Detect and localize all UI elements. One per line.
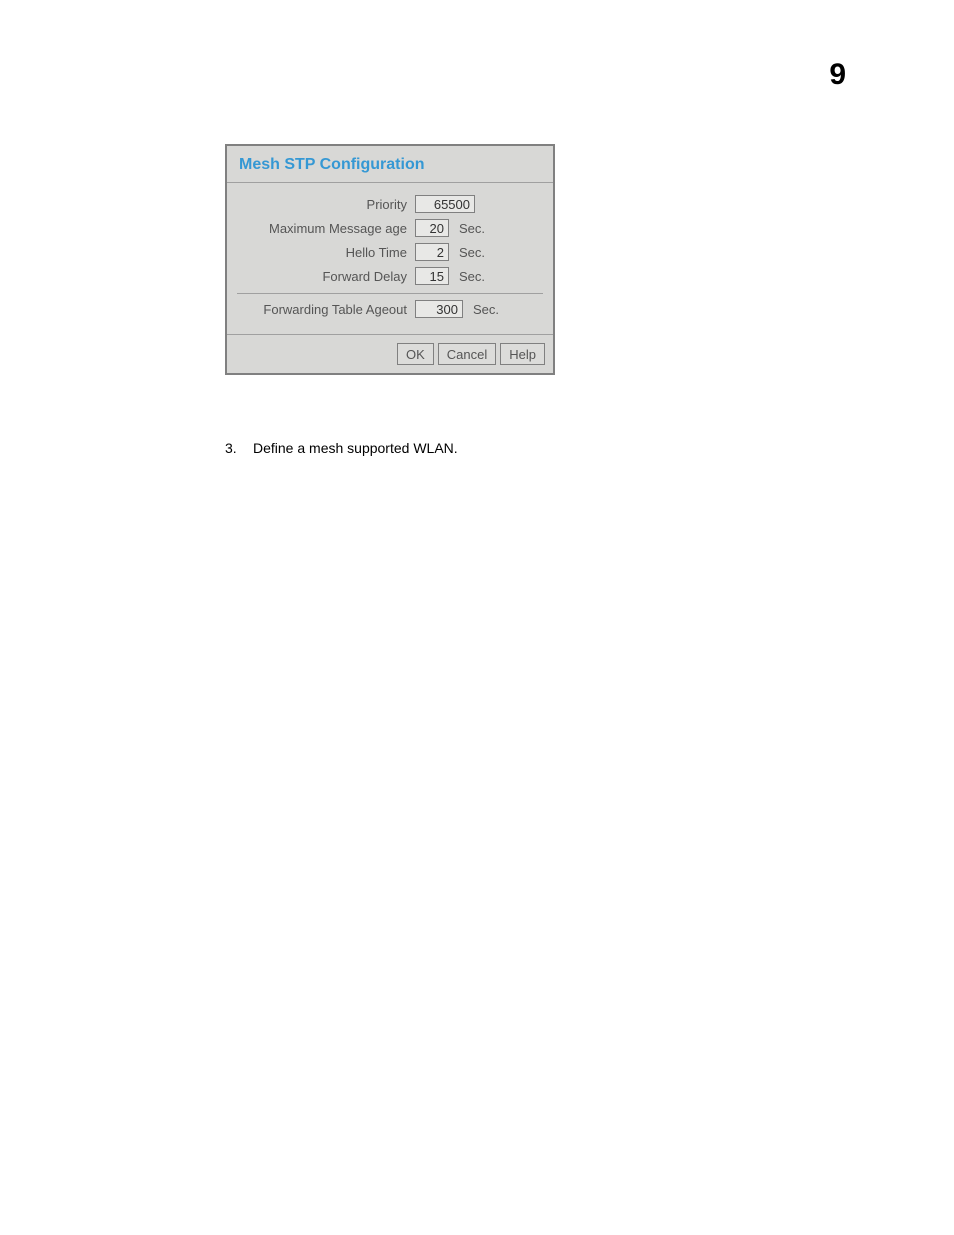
row-max-msg-age: Maximum Message age Sec.	[237, 219, 543, 237]
unit-max-msg-age: Sec.	[459, 221, 485, 236]
row-fwd-table-ageout: Forwarding Table Ageout Sec.	[237, 300, 543, 318]
label-fwd-table-ageout: Forwarding Table Ageout	[237, 302, 415, 317]
instruction-number: 3.	[225, 440, 253, 456]
ok-button[interactable]: OK	[397, 343, 434, 365]
dialog-body: Priority Maximum Message age Sec. Hello …	[227, 182, 553, 335]
label-forward-delay: Forward Delay	[237, 269, 415, 284]
row-forward-delay: Forward Delay Sec.	[237, 267, 543, 285]
cancel-button[interactable]: Cancel	[438, 343, 496, 365]
instruction-step: 3. Define a mesh supported WLAN.	[225, 440, 458, 456]
section-separator	[237, 293, 543, 294]
row-hello-time: Hello Time Sec.	[237, 243, 543, 261]
input-priority[interactable]	[415, 195, 475, 213]
instruction-text: Define a mesh supported WLAN.	[253, 440, 458, 456]
input-forward-delay[interactable]	[415, 267, 449, 285]
unit-hello-time: Sec.	[459, 245, 485, 260]
input-hello-time[interactable]	[415, 243, 449, 261]
dialog-title: Mesh STP Configuration	[227, 146, 553, 182]
unit-forward-delay: Sec.	[459, 269, 485, 284]
help-button[interactable]: Help	[500, 343, 545, 365]
mesh-stp-dialog: Mesh STP Configuration Priority Maximum …	[225, 144, 555, 375]
input-fwd-table-ageout[interactable]	[415, 300, 463, 318]
label-hello-time: Hello Time	[237, 245, 415, 260]
dialog-footer: OK Cancel Help	[227, 335, 553, 373]
unit-fwd-table-ageout: Sec.	[473, 302, 499, 317]
input-max-msg-age[interactable]	[415, 219, 449, 237]
label-priority: Priority	[237, 197, 415, 212]
page-number: 9	[829, 58, 846, 92]
row-priority: Priority	[237, 195, 543, 213]
label-max-msg-age: Maximum Message age	[237, 221, 415, 236]
